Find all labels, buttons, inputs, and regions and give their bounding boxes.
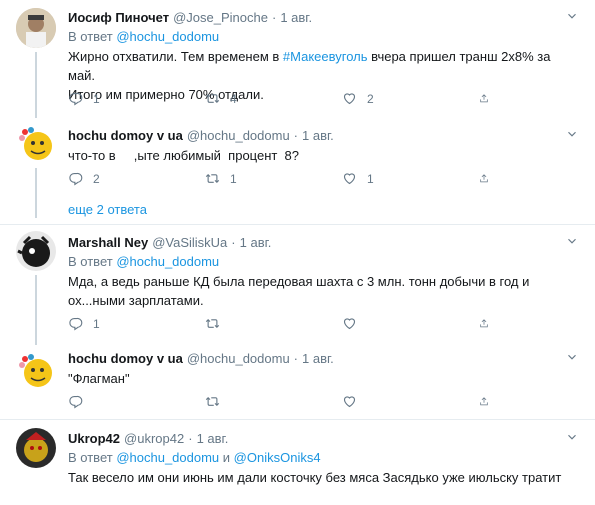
chevron-down-icon[interactable] <box>565 127 579 141</box>
reply-button[interactable]: 2 <box>68 171 205 186</box>
chevron-down-icon[interactable] <box>565 350 579 364</box>
show-more-replies-link[interactable]: еще 2 ответа <box>68 202 147 217</box>
retweet-button[interactable]: 4 <box>205 91 342 106</box>
avatar[interactable] <box>16 124 56 164</box>
reply-button[interactable] <box>68 394 205 409</box>
reply-to: В ответ @hochu_dodomu и @OniksOniks4 <box>68 449 579 466</box>
reply-user-link[interactable]: @hochu_dodomu <box>116 29 219 44</box>
like-icon <box>342 316 357 331</box>
avatar[interactable] <box>16 231 56 271</box>
avatar[interactable] <box>16 351 56 391</box>
reply-to: В ответ @hochu_dodomu <box>68 28 579 45</box>
author-name[interactable]: Ukrop42 <box>68 430 120 447</box>
like-icon <box>342 171 357 186</box>
reply-icon <box>68 91 83 106</box>
reply-prefix: В ответ <box>68 450 113 465</box>
author-handle[interactable]: @ukrop42 <box>124 430 184 447</box>
author-name[interactable]: hochu domoy v ua <box>68 127 183 144</box>
retweet-icon <box>205 171 220 186</box>
like-icon <box>342 394 357 409</box>
tweet-date[interactable]: 1 авг. <box>302 350 334 367</box>
retweet-icon <box>205 394 220 409</box>
tweet-text-part: Жирно отхватили. Тем временем в <box>68 49 283 64</box>
like-button[interactable] <box>342 316 479 331</box>
separator-dot: · <box>231 235 236 250</box>
thread-line <box>35 168 37 218</box>
like-count: 2 <box>367 91 374 106</box>
reply-icon <box>68 171 83 186</box>
reply-button[interactable]: 1 <box>68 316 205 331</box>
like-icon <box>342 91 357 106</box>
tweet[interactable]: Иосиф Пиночет @Jose_Pinoche · 1 авг. В о… <box>0 0 595 118</box>
tweet-text: Мда, а ведь раньше КД была передовая шах… <box>68 274 530 308</box>
separator-dot: · <box>293 128 299 143</box>
reply-user-link[interactable]: @hochu_dodomu <box>116 450 219 465</box>
tweet-text: что-то в ,ыте любимый процент 8? <box>68 148 300 163</box>
reply-to: В ответ @hochu_dodomu <box>68 253 579 270</box>
thread-line <box>35 275 37 345</box>
reply-user-link[interactable]: @hochu_dodomu <box>116 254 219 269</box>
like-button[interactable] <box>342 394 479 409</box>
retweet-icon <box>205 91 220 106</box>
reply-icon <box>68 394 83 409</box>
chevron-down-icon[interactable] <box>565 430 579 444</box>
share-icon <box>479 316 489 331</box>
avatar[interactable] <box>16 8 56 48</box>
author-name[interactable]: Иосиф Пиночет <box>68 9 169 26</box>
tweet-text: Так весело им они июнь им дали косточку … <box>68 470 562 485</box>
reply-count: 1 <box>93 91 100 106</box>
chevron-down-icon[interactable] <box>565 9 579 23</box>
tweet[interactable]: Marshall Ney @VaSiliskUa · 1 авг. В отве… <box>0 225 595 345</box>
retweet-button[interactable] <box>205 394 342 409</box>
separator-dot: · <box>188 431 193 446</box>
tweet-date[interactable]: 1 авг. <box>280 9 312 26</box>
tweet-text: "Флагман" <box>68 371 130 386</box>
author-handle[interactable]: @Jose_Pinoche <box>173 9 268 26</box>
share-icon <box>479 91 489 106</box>
tweet[interactable]: hochu domoy v ua @hochu_dodomu · 1 авг. … <box>0 345 595 418</box>
tweet[interactable]: hochu domoy v ua @hochu_dodomu · 1 авг. … <box>0 118 595 218</box>
reply-prefix: В ответ <box>68 254 113 269</box>
reply-icon <box>68 316 83 331</box>
author-handle[interactable]: @VaSiliskUa <box>152 234 227 251</box>
retweet-icon <box>205 316 220 331</box>
reply-button[interactable]: 1 <box>68 91 205 106</box>
tweet-date[interactable]: 1 авг. <box>197 430 229 447</box>
hashtag-link[interactable]: #Макеевуголь <box>283 49 368 64</box>
reply-count: 2 <box>93 171 100 186</box>
chevron-down-icon[interactable] <box>565 234 579 248</box>
like-button[interactable]: 1 <box>342 171 479 186</box>
author-handle[interactable]: @hochu_dodomu <box>187 350 290 367</box>
reply-prefix: В ответ <box>68 29 113 44</box>
share-button[interactable] <box>479 91 499 106</box>
share-icon <box>479 394 489 409</box>
like-count: 1 <box>367 171 374 186</box>
retweet-count: 1 <box>230 171 237 186</box>
like-button[interactable]: 2 <box>342 91 479 106</box>
share-button[interactable] <box>479 394 499 409</box>
avatar[interactable] <box>16 428 56 468</box>
retweet-button[interactable] <box>205 316 342 331</box>
reply-count: 1 <box>93 316 100 331</box>
share-button[interactable] <box>479 171 499 186</box>
tweet[interactable]: Ukrop42 @ukrop42 · 1 авг. В ответ @hochu… <box>0 420 595 505</box>
reply-conjunction: и <box>222 450 231 465</box>
share-button[interactable] <box>479 316 499 331</box>
retweet-button[interactable]: 1 <box>205 171 342 186</box>
separator-dot: · <box>271 10 277 25</box>
thread-line <box>35 52 37 118</box>
separator-dot: · <box>293 351 299 366</box>
author-name[interactable]: Marshall Ney <box>68 234 148 251</box>
tweet-date[interactable]: 1 авг. <box>302 127 334 144</box>
tweet-date[interactable]: 1 авг. <box>240 234 272 251</box>
author-name[interactable]: hochu domoy v ua <box>68 350 183 367</box>
reply-user-link[interactable]: @OniksOniks4 <box>234 450 321 465</box>
retweet-count: 4 <box>230 91 237 106</box>
author-handle[interactable]: @hochu_dodomu <box>187 127 290 144</box>
share-icon <box>479 171 489 186</box>
